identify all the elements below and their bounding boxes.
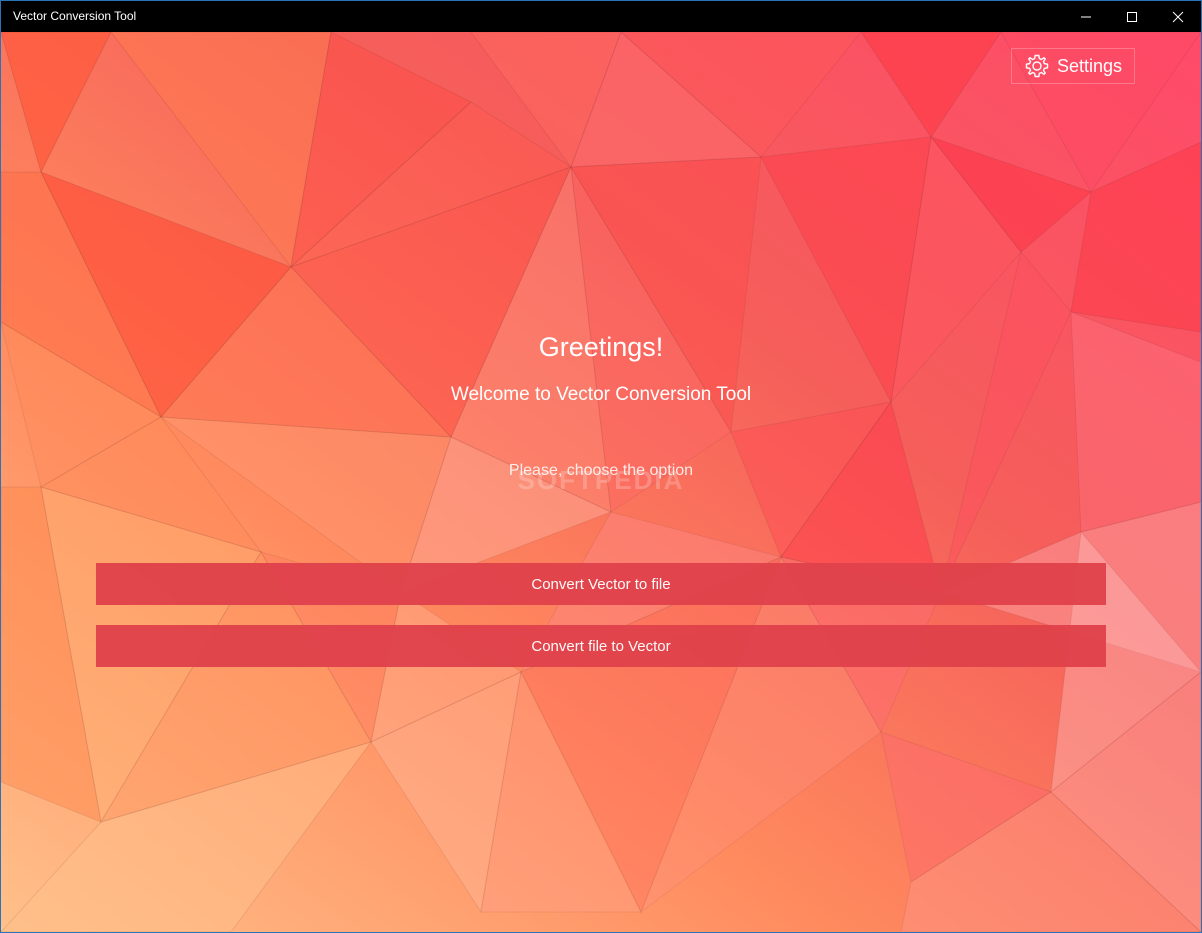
- welcome-text: Welcome to Vector Conversion Tool: [450, 384, 752, 405]
- settings-label: Settings: [1057, 55, 1123, 76]
- convert-vector-to-file-button[interactable]: Convert Vector to file: [96, 563, 1106, 605]
- title-bar[interactable]: Vector Conversion Tool: [1, 1, 1201, 32]
- close-icon: [1172, 11, 1184, 22]
- gear-icon: [1025, 54, 1049, 78]
- maximize-icon: [1127, 11, 1137, 22]
- choose-option-prompt: Please, choose the option: [508, 462, 694, 479]
- greeting-heading: Greetings!: [538, 332, 664, 362]
- maximize-button[interactable]: [1109, 1, 1155, 32]
- window-title: Vector Conversion Tool: [13, 9, 137, 23]
- main-content: Settings Greetings! Welcome to Vector Co…: [1, 32, 1201, 932]
- minimize-button[interactable]: [1063, 1, 1109, 32]
- settings-button[interactable]: Settings: [1011, 48, 1135, 84]
- convert-file-to-vector-button[interactable]: Convert file to Vector: [96, 625, 1106, 667]
- app-window: Vector Conversion Tool Settings Greeting…: [0, 0, 1202, 933]
- close-button[interactable]: [1155, 1, 1201, 32]
- minimize-icon: [1081, 16, 1091, 17]
